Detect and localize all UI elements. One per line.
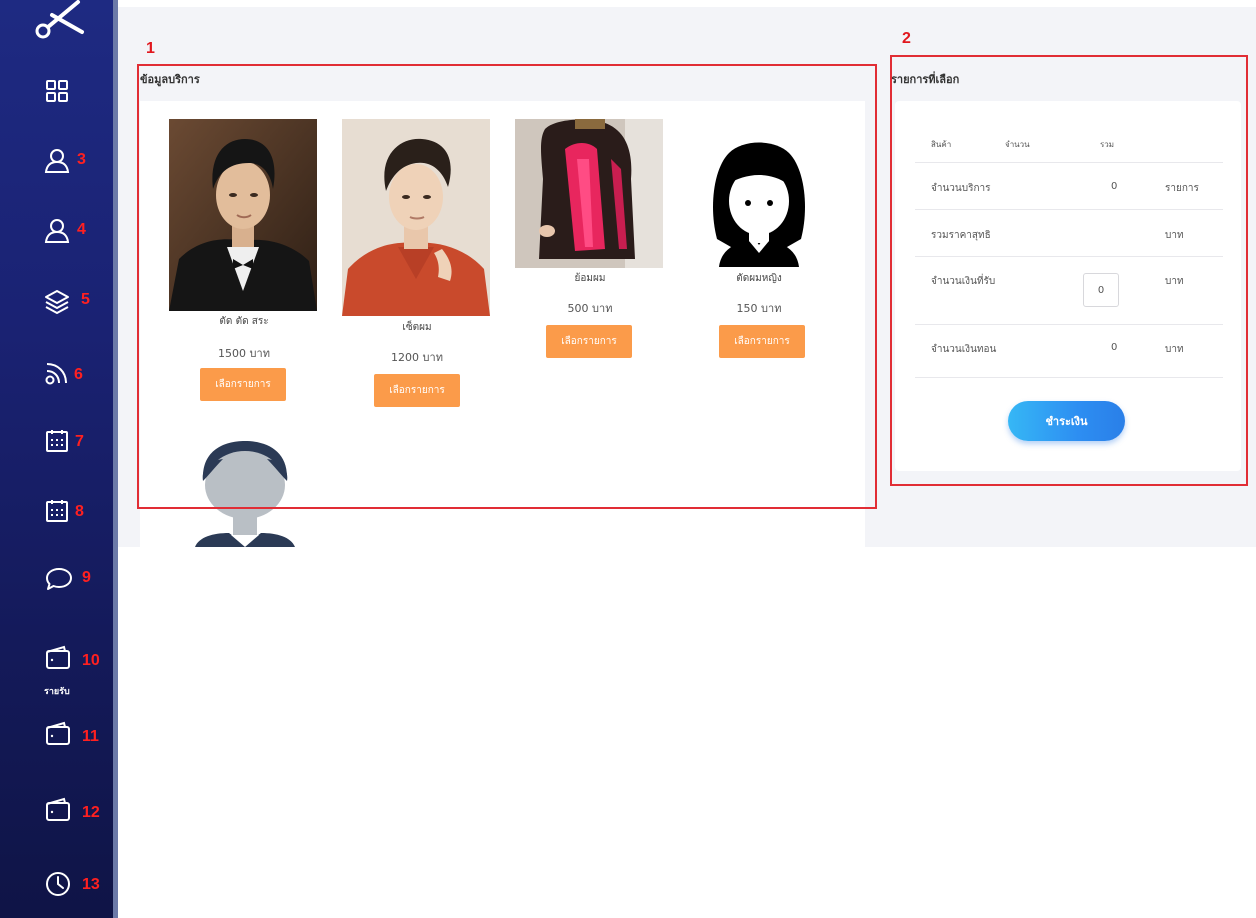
sidebar-number: 5 xyxy=(81,291,90,308)
wallet-icon xyxy=(46,645,70,669)
sidebar: 3 4 5 6 7 8 9 10 รายรับ 11 12 13 xyxy=(0,0,118,918)
sidebar-item-calendar-8[interactable]: 8 xyxy=(44,498,114,532)
sidebar-item-users-4[interactable]: 4 xyxy=(44,218,114,252)
sidebar-number: 7 xyxy=(75,433,84,450)
sidebar-item-caption: รายรับ xyxy=(44,687,70,697)
cart-highlight-box xyxy=(890,55,1248,486)
sidebar-number: 3 xyxy=(77,151,86,168)
region-number-cart: 2 xyxy=(902,30,911,47)
sidebar-item-income[interactable]: 10 xyxy=(44,644,114,678)
sidebar-item-chat[interactable]: 9 xyxy=(44,566,114,600)
services-highlight-box xyxy=(137,64,877,509)
sidebar-number: 4 xyxy=(77,221,86,238)
rss-icon xyxy=(45,363,67,385)
sidebar-number: 6 xyxy=(74,366,83,383)
wallet-icon xyxy=(46,721,70,745)
sidebar-number: 9 xyxy=(82,569,91,586)
wallet-icon xyxy=(46,797,70,821)
layers-icon xyxy=(45,290,69,314)
sidebar-number: 8 xyxy=(75,503,84,520)
sidebar-item-layers[interactable]: 5 xyxy=(44,288,114,322)
sidebar-number: 10 xyxy=(82,652,100,669)
sidebar-item-history[interactable]: 13 xyxy=(44,870,114,904)
sidebar-number: 11 xyxy=(82,728,99,745)
sidebar-item-calendar-7[interactable]: 7 xyxy=(44,428,114,462)
sidebar-item-wallet-12[interactable]: 12 xyxy=(44,796,114,830)
calendar-icon xyxy=(46,430,68,452)
sidebar-number: 12 xyxy=(82,804,100,821)
grid-icon xyxy=(46,80,68,102)
user-icon xyxy=(44,219,70,243)
sidebar-item-users-3[interactable]: 3 xyxy=(44,148,114,182)
calendar-icon xyxy=(46,500,68,522)
chat-icon xyxy=(46,568,72,590)
region-number-services: 1 xyxy=(146,40,155,57)
sidebar-item-wallet-11[interactable]: 11 xyxy=(44,720,114,754)
sidebar-item-dashboard[interactable] xyxy=(44,78,114,112)
clock-icon xyxy=(46,872,70,896)
blank-area xyxy=(118,547,1256,918)
scissors-logo-icon xyxy=(35,0,84,39)
sidebar-number: 13 xyxy=(82,876,100,893)
sidebar-item-feed[interactable]: 6 xyxy=(44,360,114,394)
user-icon xyxy=(44,149,70,173)
app-root: 3 4 5 6 7 8 9 10 รายรับ 11 12 13 1 2 ข้อ… xyxy=(0,0,1256,918)
